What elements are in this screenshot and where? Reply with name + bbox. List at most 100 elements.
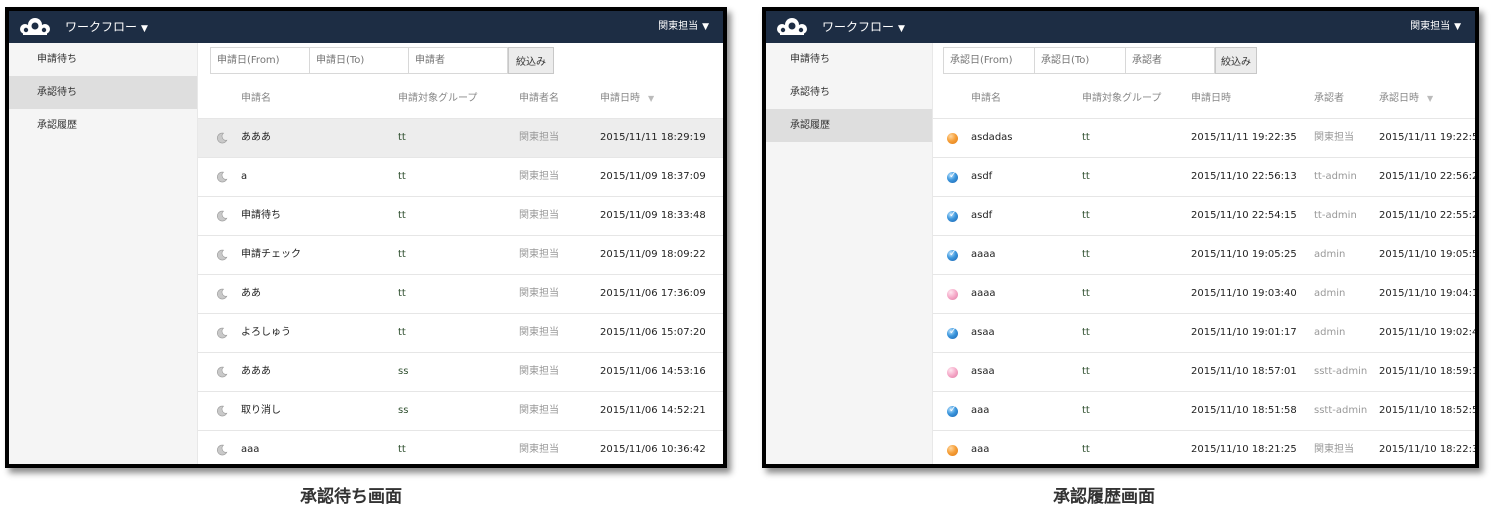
caption-approval-pending: 承認待ち画面: [300, 487, 402, 507]
approval-date-from-input[interactable]: [943, 47, 1035, 74]
table-row[interactable]: 取り消し ss 関東担当 2015/11/06 14:52:21: [198, 391, 723, 430]
applied-date-cell: 2015/11/09 18:37:09: [600, 171, 706, 182]
table-row[interactable]: ✓ asdf tt 2015/11/10 22:54:15 tt-admin 2015/1…: [933, 196, 1475, 235]
column-header-group[interactable]: 申請対象グループ: [1082, 80, 1161, 118]
applicant-cell: 関東担当: [519, 249, 559, 260]
request-name-cell: asaa: [971, 366, 995, 377]
approver-cell: sstt-admin: [1314, 405, 1368, 416]
request-name-cell: aaa: [971, 444, 990, 455]
request-name-cell: asdf: [971, 210, 993, 221]
approved-date-cell: 2015/11/10 19:02:42: [1379, 327, 1479, 338]
sort-desc-icon[interactable]: ▼: [1427, 94, 1433, 103]
user-menu[interactable]: 関東担当 ▼: [658, 11, 709, 43]
table-row[interactable]: ✓ asaa tt 2015/11/10 19:01:17 admin 2015/11/1…: [933, 313, 1475, 352]
table-row[interactable]: asdadas tt 2015/11/11 19:22:35 関東担当 2015/11/…: [933, 118, 1475, 157]
request-name-cell: 申請チェック: [241, 249, 301, 260]
column-header-group[interactable]: 申請対象グループ: [398, 80, 477, 118]
sidebar-item-pending-application[interactable]: 申請待ち: [9, 43, 197, 76]
applied-date-cell: 2015/11/10 18:57:01: [1191, 366, 1297, 377]
sidebar-item-approval-history[interactable]: 承認履歴: [766, 109, 932, 142]
applicant-input[interactable]: [408, 47, 508, 74]
user-menu[interactable]: 関東担当 ▼: [1410, 11, 1461, 43]
app-menu[interactable]: ワークフロー ▼: [822, 11, 905, 45]
table-row[interactable]: 申請待ち tt 関東担当 2015/11/09 18:33:48: [198, 196, 723, 235]
column-header-applicant[interactable]: 申請者名: [519, 80, 559, 118]
table-row[interactable]: aaaa tt 2015/11/10 19:03:40 admin 2015/11/10…: [933, 274, 1475, 313]
request-name-cell: asaa: [971, 327, 995, 338]
status-orange-icon: [947, 133, 958, 144]
table-row[interactable]: あああ ss 関東担当 2015/11/06 14:53:16: [198, 352, 723, 391]
table-row[interactable]: ああ tt 関東担当 2015/11/06 17:36:09: [198, 274, 723, 313]
sidebar-item-approval-history[interactable]: 承認履歴: [9, 109, 197, 142]
column-header-applied-date[interactable]: 申請日時: [1191, 80, 1231, 118]
group-cell: tt: [1082, 327, 1090, 338]
table-row[interactable]: あああ tt 関東担当 2015/11/11 18:29:19: [198, 118, 723, 157]
cloud-logo-icon[interactable]: [17, 17, 53, 37]
sort-desc-icon[interactable]: ▼: [648, 94, 654, 103]
approval-pending-screen: ワークフロー▼ 関東担当▼ 申請待ち 承認待ち 承認履歴 絞込み 申請名 申請対…: [5, 7, 727, 468]
applied-date-cell: 2015/11/11 18:29:19: [600, 132, 706, 143]
group-cell: tt: [398, 132, 406, 143]
request-name-cell: aaaa: [971, 288, 996, 299]
column-header-name[interactable]: 申請名: [241, 80, 271, 118]
group-cell: tt: [1082, 249, 1090, 260]
top-bar: ワークフロー ▼ 関東担当 ▼: [766, 11, 1475, 43]
request-name-cell: a: [241, 171, 248, 182]
approved-date-cell: 2015/11/10 18:52:53: [1379, 405, 1479, 416]
table-row[interactable]: asaa tt 2015/11/10 18:57:01 sstt-admin 2015/…: [933, 352, 1475, 391]
table-row[interactable]: ✓ aaaa tt 2015/11/10 19:05:25 admin 2015/11/1…: [933, 235, 1475, 274]
status-blue-icon: ✓: [947, 249, 958, 261]
table-row[interactable]: aaa tt 関東担当 2015/11/06 10:36:42: [198, 430, 723, 464]
cloud-logo-icon[interactable]: [774, 17, 810, 37]
sidebar-item-pending-application[interactable]: 申請待ち: [766, 43, 932, 76]
table-row[interactable]: ✓ aaa tt 2015/11/10 18:51:58 sstt-admin 2015/…: [933, 391, 1475, 430]
approval-history-screen: ワークフロー▼ 関東担当▼ 申請待ち 承認待ち 承認履歴 絞込み 申請名 申請対…: [762, 7, 1479, 468]
applied-date-cell: 2015/11/09 18:33:48: [600, 210, 706, 221]
group-cell: ss: [398, 405, 409, 416]
request-name-cell: aaa: [241, 444, 260, 455]
group-cell: tt: [1082, 132, 1090, 143]
column-header-name[interactable]: 申請名: [971, 80, 1001, 118]
date-from-input[interactable]: [210, 47, 310, 74]
status-blue-icon: ✓: [947, 171, 958, 183]
table-row[interactable]: aaa tt 2015/11/10 18:21:25 関東担当 2015/11/10 1…: [933, 430, 1475, 464]
request-name-cell: asdf: [971, 171, 993, 182]
column-header-approved-date[interactable]: 承認日時 ▼: [1379, 80, 1433, 118]
table-row[interactable]: a tt 関東担当 2015/11/09 18:37:09: [198, 157, 723, 196]
date-to-input[interactable]: [309, 47, 409, 74]
applied-date-cell: 2015/11/11 19:22:35: [1191, 132, 1297, 143]
applicant-cell: 関東担当: [519, 366, 559, 377]
table-row[interactable]: ✓ asdf tt 2015/11/10 22:56:13 tt-admin 2015/1…: [933, 157, 1475, 196]
request-name-cell: よろしゅう: [241, 327, 291, 338]
approved-date-cell: 2015/11/11 19:22:56: [1379, 132, 1479, 143]
sidebar-item-pending-approval[interactable]: 承認待ち: [766, 76, 932, 109]
applied-date-cell: 2015/11/06 15:07:20: [600, 327, 706, 338]
app-menu[interactable]: ワークフロー ▼: [65, 11, 148, 45]
moon-icon: [216, 171, 228, 183]
status-pink-icon: [947, 289, 958, 300]
moon-icon: [216, 405, 228, 417]
group-cell: tt: [1082, 210, 1090, 221]
approver-input[interactable]: [1125, 47, 1215, 74]
column-header-approver[interactable]: 承認者: [1314, 80, 1344, 118]
moon-icon: [216, 132, 228, 144]
approval-date-to-input[interactable]: [1034, 47, 1126, 74]
filter-button[interactable]: 絞込み: [1215, 47, 1257, 74]
applied-date-cell: 2015/11/10 18:21:25: [1191, 444, 1297, 455]
approved-date-cell: 2015/11/10 18:22:38: [1379, 444, 1479, 455]
applied-date-cell: 2015/11/10 22:54:15: [1191, 210, 1297, 221]
table-row[interactable]: 申請チェック tt 関東担当 2015/11/09 18:09:22: [198, 235, 723, 274]
applied-date-cell: 2015/11/09 18:09:22: [600, 249, 706, 260]
approver-cell: tt-admin: [1314, 171, 1357, 182]
request-name-cell: 取り消し: [241, 405, 281, 416]
sidebar-item-pending-approval[interactable]: 承認待ち: [9, 76, 197, 109]
group-cell: tt: [1082, 405, 1090, 416]
status-blue-icon: ✓: [947, 210, 958, 222]
applied-date-cell: 2015/11/10 22:56:13: [1191, 171, 1297, 182]
column-header-date[interactable]: 申請日時 ▼: [600, 80, 654, 118]
group-cell: tt: [398, 210, 406, 221]
approved-date-cell: 2015/11/10 22:56:27: [1379, 171, 1479, 182]
approver-cell: admin: [1314, 327, 1346, 338]
filter-button[interactable]: 絞込み: [508, 47, 554, 74]
table-row[interactable]: よろしゅう tt 関東担当 2015/11/06 15:07:20: [198, 313, 723, 352]
